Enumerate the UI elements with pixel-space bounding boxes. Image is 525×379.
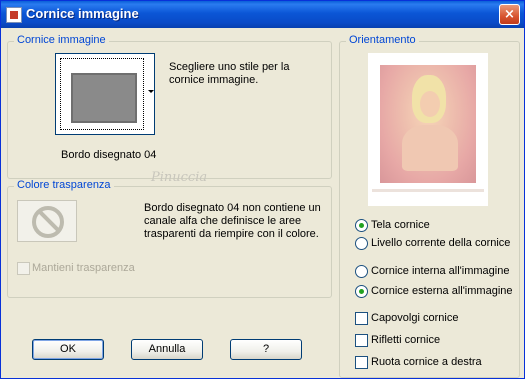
ok-button[interactable]: OK — [32, 339, 104, 360]
dialog-window: Cornice immagine × Cornice immagine Sceg… — [0, 0, 525, 379]
checkbox-capovolgi-label: Capovolgi cornice — [371, 312, 459, 324]
title-bar[interactable]: Cornice immagine × — [1, 1, 524, 28]
radio-livello-corrente-label: Livello corrente della cornice — [371, 237, 511, 249]
radio-cornice-interna-label: Cornice interna all'immagine — [371, 265, 510, 277]
close-button[interactable]: × — [499, 4, 520, 25]
prohibited-icon — [17, 200, 77, 242]
radio-cornice-interna[interactable] — [355, 265, 368, 278]
help-button[interactable]: ? — [230, 339, 302, 360]
checkbox-rifletti[interactable] — [355, 334, 368, 347]
keep-transparency-checkbox[interactable] — [17, 262, 30, 275]
window-title: Cornice immagine — [26, 6, 139, 21]
checkbox-ruota-label: Ruota cornice a destra — [371, 356, 482, 368]
radio-tela-cornice-label: Tela cornice — [371, 219, 430, 231]
focus-rectangle — [60, 58, 144, 130]
checkbox-capovolgi[interactable] — [355, 312, 368, 325]
transparency-group-legend: Colore trasparenza — [14, 179, 114, 191]
checkbox-ruota[interactable] — [355, 356, 368, 369]
frame-group-legend: Cornice immagine — [14, 34, 109, 46]
frame-thumbnail — [71, 73, 137, 123]
frame-description: Scegliere uno stile per la cornice immag… — [169, 61, 290, 86]
frame-style-selector[interactable] — [55, 53, 155, 135]
selected-frame-name: Bordo disegnato 04 — [61, 149, 157, 161]
preview-frame-edge — [372, 189, 484, 192]
chevron-down-icon — [148, 90, 154, 93]
keep-transparency-label: Mantieni trasparenza — [32, 262, 135, 274]
radio-tela-cornice[interactable] — [355, 219, 368, 232]
checkbox-rifletti-label: Rifletti cornice — [371, 334, 441, 346]
radio-cornice-esterna[interactable] — [355, 285, 368, 298]
radio-livello-corrente[interactable] — [355, 237, 368, 250]
preview-photo — [380, 65, 476, 183]
watermark: Pinuccia — [151, 170, 208, 185]
radio-cornice-esterna-label: Cornice esterna all'immagine — [371, 285, 513, 297]
cancel-button[interactable]: Annulla — [131, 339, 203, 360]
preview-body — [402, 125, 458, 171]
preview-face — [420, 91, 440, 117]
app-icon — [6, 7, 22, 23]
frame-preview — [368, 53, 488, 206]
orientation-group-legend: Orientamento — [346, 34, 419, 46]
transparency-message: Bordo disegnato 04 non contiene un canal… — [144, 202, 321, 240]
